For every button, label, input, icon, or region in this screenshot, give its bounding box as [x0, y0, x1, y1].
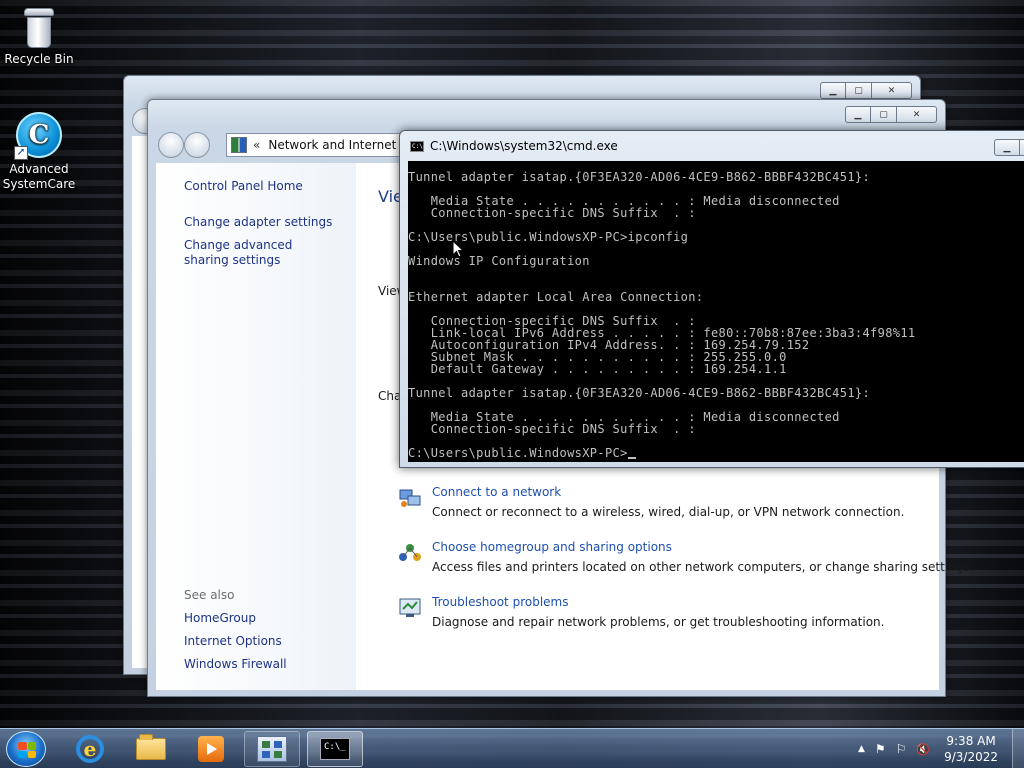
breadcrumb-network-and-internet[interactable]: Network and Internet: [268, 138, 396, 152]
internet-explorer-icon: e: [76, 735, 104, 763]
recycle-bin-icon: [24, 8, 54, 48]
connect-to-network-link[interactable]: Connect to a network: [432, 485, 561, 499]
cmd-icon: C:\: [410, 140, 424, 152]
see-also-heading: See also: [184, 588, 235, 602]
recycle-bin-shortcut[interactable]: Recycle Bin: [0, 8, 78, 66]
network-status-icon[interactable]: ⚐: [896, 742, 907, 756]
taskbar-media-player[interactable]: [183, 731, 239, 767]
breadcrumb-overflow[interactable]: «: [253, 138, 260, 152]
windows-logo-icon: [18, 742, 36, 758]
cmd-titlebar[interactable]: C:\ C:\Windows\system32\cmd.exe: [400, 131, 1024, 161]
console-line: Ethernet adapter Local Area Connection:: [408, 290, 704, 304]
console-line: C:\Users\public.WindowsXP-PC>ipconfig: [408, 230, 689, 244]
advanced-systemcare-icon: C ↗: [14, 112, 62, 160]
homegroup-sharing-link[interactable]: Choose homegroup and sharing options: [432, 540, 672, 554]
homegroup-icon: [399, 544, 421, 561]
taskbar-windows-explorer[interactable]: [123, 731, 179, 767]
taskbar-internet-explorer[interactable]: e: [62, 731, 118, 767]
command-prompt-window[interactable]: C:\ C:\Windows\system32\cmd.exe ▁ ▢ Tunn…: [399, 130, 1024, 468]
cmd-window-controls: ▁ ▢: [994, 139, 1024, 156]
change-advanced-sharing-link[interactable]: Change advanced sharing settings: [184, 238, 334, 268]
mouse-pointer-icon: [452, 240, 464, 258]
clock[interactable]: 9:38 AM 9/3/2022: [944, 733, 998, 765]
console-line: Tunnel adapter isatap.{0F3EA320-AD06-4CE…: [408, 386, 871, 400]
advanced-systemcare-label: Advanced SystemCare: [2, 162, 76, 191]
system-tray: ▲ ⚑ ⚐ 🔇 9:38 AM 9/3/2022: [858, 729, 1024, 768]
troubleshoot-link[interactable]: Troubleshoot problems: [432, 595, 568, 609]
shortcut-arrow-icon: ↗: [14, 146, 28, 160]
media-player-icon: [198, 736, 224, 762]
clock-time: 9:38 AM: [946, 734, 996, 748]
minimize-button[interactable]: ▁: [820, 82, 846, 99]
maximize-button[interactable]: ▢: [871, 106, 897, 123]
change-adapter-settings-link[interactable]: Change adapter settings: [184, 215, 332, 230]
console-line: Connection-specific DNS Suffix . :: [408, 422, 696, 436]
close-button[interactable]: ✕: [872, 82, 912, 99]
console-output[interactable]: Tunnel adapter isatap.{0F3EA320-AD06-4CE…: [408, 161, 1024, 462]
background-window-controls: ▁ ▢ ✕: [820, 82, 912, 99]
console-line: Default Gateway . . . . . . . . . : 169.…: [408, 362, 787, 376]
recycle-bin-label: Recycle Bin: [4, 52, 74, 66]
maximize-button[interactable]: ▢: [1020, 139, 1024, 156]
clock-date: 9/3/2022: [944, 750, 998, 764]
network-window-controls: ▁ ▢ ✕: [845, 106, 937, 123]
console-line: Tunnel adapter isatap.{0F3EA320-AD06-4CE…: [408, 170, 871, 184]
console-prompt-line: C:\Users\public.WindowsXP-PC>: [408, 447, 1024, 459]
cmd-title: C:\Windows\system32\cmd.exe: [430, 139, 618, 153]
background-window-content: [132, 136, 148, 668]
start-button[interactable]: [6, 731, 46, 767]
change-settings-heading: Cha: [378, 389, 402, 403]
volume-muted-icon[interactable]: 🔇: [916, 743, 930, 756]
action-center-flag-icon[interactable]: ⚑: [875, 742, 886, 756]
troubleshoot-icon: [399, 598, 421, 617]
taskbar-command-prompt[interactable]: C:\_: [307, 731, 363, 767]
maximize-button[interactable]: ▢: [846, 82, 872, 99]
close-button[interactable]: ✕: [897, 106, 937, 123]
control-panel-icon: [231, 137, 247, 153]
advanced-systemcare-shortcut[interactable]: C ↗ Advanced SystemCare: [0, 112, 78, 192]
control-panel-home-link[interactable]: Control Panel Home: [184, 179, 303, 194]
left-navigation-pane: Control Panel Home Change adapter settin…: [156, 163, 356, 690]
taskbar-control-panel[interactable]: [244, 731, 300, 767]
troubleshoot-description: Diagnose and repair network problems, or…: [432, 615, 885, 629]
connect-to-network-description: Connect or reconnect to a wireless, wire…: [432, 505, 905, 519]
homegroup-sharing-description: Access files and printers located on oth…: [432, 560, 974, 574]
taskbar: e C:\_ ▲ ⚑ ⚐ 🔇 9:38 AM 9/3/2022: [0, 728, 1024, 768]
console-line: Windows IP Configuration: [408, 254, 590, 268]
minimize-button[interactable]: ▁: [845, 106, 871, 123]
internet-options-link[interactable]: Internet Options: [184, 634, 282, 649]
homegroup-link[interactable]: HomeGroup: [184, 611, 256, 626]
command-prompt-icon: C:\_: [320, 738, 350, 760]
folder-icon: [136, 734, 166, 760]
console-line: Connection-specific DNS Suffix . :: [408, 206, 696, 220]
connect-network-icon: [399, 489, 421, 507]
forward-button[interactable]: [184, 132, 210, 158]
console-prompt: C:\Users\public.WindowsXP-PC>: [408, 446, 628, 460]
windows-firewall-link[interactable]: Windows Firewall: [184, 657, 287, 672]
text-cursor: [627, 457, 636, 459]
minimize-button[interactable]: ▁: [994, 139, 1020, 156]
show-hidden-icons-button[interactable]: ▲: [858, 744, 865, 754]
show-desktop-button[interactable]: [1012, 729, 1024, 768]
back-button[interactable]: [158, 132, 184, 158]
control-panel-icon: [257, 736, 287, 762]
